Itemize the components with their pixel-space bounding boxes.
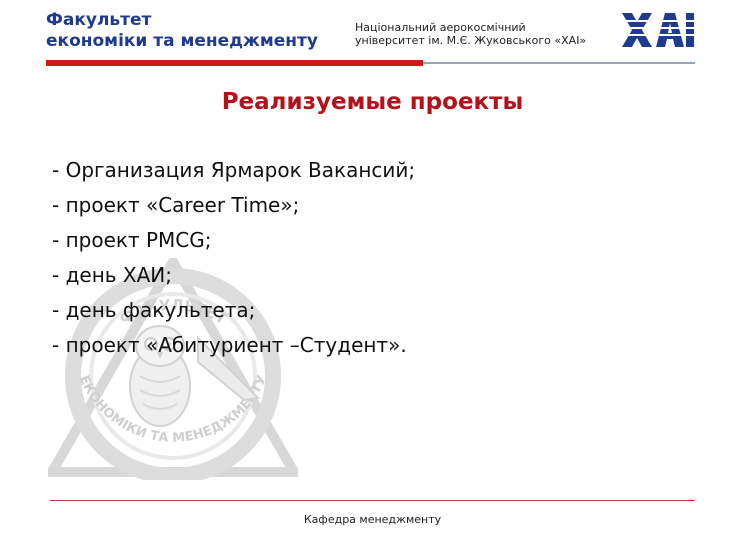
list-item: - проект «Абитуриент –Студент». [52,333,407,357]
university-name: Національний аерокосмічний університет і… [355,21,586,47]
header-divider-gray [423,62,695,64]
faculty-name: Факультет економіки та менеджменту [46,10,318,52]
list-item: - день ХАИ; [52,263,173,287]
faculty-name-line2: економіки та менеджменту [46,31,318,51]
footer-divider [50,500,695,501]
list-item: - Организация Ярмарок Вакансий; [52,158,416,182]
header-divider-red [46,60,423,66]
list-item: - проект PMCG; [52,228,212,252]
university-name-line2: університет ім. М.Є. Жуковського «ХАІ» [355,34,587,47]
slide-title: Реализуемые проекты [221,89,524,115]
list-item: - проект «Career Time»; [52,193,300,217]
list-item: - день факультета; [52,298,256,322]
khai-logo [622,13,694,47]
university-name-line1: Національний аерокосмічний [355,21,526,34]
footer-department: Кафедра менеджменту [303,513,442,526]
project-list: - Организация Ярмарок Вакансий; - проект… [52,155,415,365]
faculty-name-line1: Факультет [46,10,152,30]
